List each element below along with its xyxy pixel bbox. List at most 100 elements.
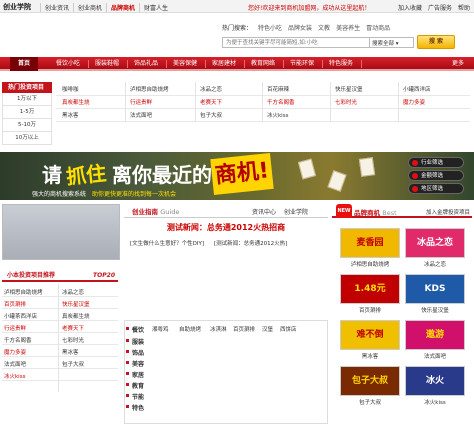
industry-filter-pill[interactable]: 行业筛选 xyxy=(408,157,464,168)
recommend-item[interactable]: 真炭都生烧 xyxy=(62,312,90,320)
top-link[interactable]: 财富人生 xyxy=(139,3,172,12)
nav-item-education[interactable]: 教育网络 xyxy=(251,57,275,71)
top-link[interactable]: 创业资讯 xyxy=(40,3,73,12)
category-label[interactable]: 美容 xyxy=(125,359,144,368)
category-label[interactable]: 家居 xyxy=(125,370,144,379)
recommend-item[interactable]: 老赛天下 xyxy=(62,324,84,332)
category-item[interactable]: 汉堡 xyxy=(262,325,273,333)
recommend-item[interactable]: 七彩时光 xyxy=(62,336,84,344)
amount-filter[interactable]: 1万以下 xyxy=(2,93,52,106)
brand-ad-caption[interactable]: 冰品之恋 xyxy=(404,260,466,268)
recommend-item[interactable]: 快乐星汉堡 xyxy=(62,300,90,308)
project-link[interactable]: 行运贵鲜 xyxy=(130,98,152,106)
recommend-item[interactable]: 百页涮排 xyxy=(4,300,26,308)
brand-ad-caption[interactable]: 冰火kiss xyxy=(404,398,466,406)
recommend-item[interactable]: 冰品之恋 xyxy=(62,288,84,296)
project-link[interactable]: 泸相思自助烧烤 xyxy=(130,85,169,93)
brand-ad-caption[interactable]: 百页涮排 xyxy=(339,306,401,314)
site-logo[interactable]: 创业学院 xyxy=(3,2,31,12)
project-link[interactable]: 老赛天下 xyxy=(200,98,222,106)
recommend-item[interactable]: 包子大叔 xyxy=(62,360,84,368)
news-image[interactable] xyxy=(2,204,120,260)
search-input[interactable] xyxy=(222,37,370,48)
category-label[interactable]: 服装 xyxy=(125,337,144,346)
category-item[interactable]: 百页涮排 xyxy=(233,325,255,333)
recommend-item[interactable]: 行运贵鲜 xyxy=(4,324,26,332)
project-link[interactable]: 魔力多姿 xyxy=(403,98,425,106)
nav-item-green[interactable]: 节能环保 xyxy=(290,57,314,71)
project-link[interactable]: 快乐星汉堡 xyxy=(335,85,363,93)
category-label[interactable]: 教育 xyxy=(125,381,144,390)
nav-item-special[interactable]: 特色服务 xyxy=(329,57,353,71)
bookmark-link[interactable]: 加入收藏 xyxy=(398,3,422,12)
category-item[interactable]: 湘粤鸡 xyxy=(152,325,169,333)
brand-ad[interactable]: 遨游 xyxy=(405,320,465,350)
hot-search-term[interactable]: 美容养生 xyxy=(336,23,360,32)
brand-ad[interactable]: KDS xyxy=(405,274,465,304)
headline-news[interactable]: 测试新闻：总务通2012火热招商 xyxy=(124,222,328,233)
nav-item-more[interactable]: 更多 xyxy=(452,57,464,71)
amount-filter[interactable]: 5-10万 xyxy=(2,119,52,132)
brand-ad-caption[interactable]: 泸相思自助烧烤 xyxy=(339,260,401,268)
project-link[interactable]: 真炭都生烧 xyxy=(62,98,90,106)
project-link[interactable]: 小罐西洋店 xyxy=(403,85,431,93)
category-item[interactable]: 西饼店 xyxy=(280,325,297,333)
search-button[interactable]: 搜 索 xyxy=(417,35,455,49)
news-link[interactable]: [测试新闻：总务通2012火热] xyxy=(214,239,287,247)
top-link-hot[interactable]: 品牌商机 xyxy=(106,3,139,12)
hot-search-term[interactable]: 冒动商品 xyxy=(366,23,390,32)
recommend-item[interactable]: 冰火kiss xyxy=(4,372,25,380)
brand-ad-caption[interactable]: 法式面吧 xyxy=(404,352,466,360)
recommend-item[interactable]: 黑冰客 xyxy=(62,348,79,356)
category-label[interactable]: 特色 xyxy=(125,403,144,412)
brand-ad[interactable]: 冰火 xyxy=(405,366,465,396)
tab-academy[interactable]: 创业学院 xyxy=(284,207,308,216)
brand-ad[interactable]: 包子大叔 xyxy=(340,366,400,396)
project-link[interactable]: 千方名阁香 xyxy=(267,98,295,106)
recommend-item[interactable]: 法式面吧 xyxy=(4,360,26,368)
amount-filter[interactable]: 10万以上 xyxy=(2,132,52,145)
recommend-item[interactable]: 魔力多姿 xyxy=(4,348,26,356)
brand-ad[interactable]: 难不倒 xyxy=(340,320,400,350)
project-link[interactable]: 黑冰客 xyxy=(62,111,79,119)
region-filter-pill[interactable]: 地区筛选 xyxy=(408,183,464,194)
recommend-item[interactable]: 泸相思自助烧烤 xyxy=(4,288,43,296)
nav-item-beauty[interactable]: 美容保健 xyxy=(173,57,197,71)
category-label[interactable]: 餐饮 xyxy=(125,325,144,334)
hot-search-term[interactable]: 特色小吃 xyxy=(258,23,282,32)
nav-item-food[interactable]: 餐饮小吃 xyxy=(56,57,80,71)
project-link[interactable]: 七彩时光 xyxy=(335,98,357,106)
project-link[interactable]: 百花麻辣 xyxy=(267,85,289,93)
amount-filter[interactable]: 1-5万 xyxy=(2,106,52,119)
category-item[interactable]: 冰淇淋 xyxy=(210,325,227,333)
brand-ad-caption[interactable]: 黑冰客 xyxy=(339,352,401,360)
nav-item-home[interactable]: 家居建材 xyxy=(212,57,236,71)
brand-ad[interactable]: 麦香园 xyxy=(340,228,400,258)
brand-ad[interactable]: 1.48元 xyxy=(340,274,400,304)
tab-news-center[interactable]: 资讯中心 xyxy=(252,207,276,216)
join-brand-link[interactable]: 加入金牌投资项目 xyxy=(426,208,470,216)
recommend-item[interactable]: 千方名阁香 xyxy=(4,336,32,344)
brand-ad-caption[interactable]: 包子大叔 xyxy=(339,398,401,406)
category-label[interactable]: 节能 xyxy=(125,392,144,401)
search-scope-select[interactable]: 搜索全部 ▾ xyxy=(370,37,414,48)
project-link[interactable]: 冰品之恋 xyxy=(200,85,222,93)
category-item[interactable]: 自助烧烤 xyxy=(179,325,201,333)
top-link[interactable]: 创业商机 xyxy=(73,3,106,12)
amount-filter-pill[interactable]: 金额筛选 xyxy=(408,170,464,181)
help-link[interactable]: 帮助 xyxy=(458,3,470,12)
brand-ad[interactable]: 冰品之恋 xyxy=(405,228,465,258)
news-link[interactable]: [文生做什么生意好？个性DIY] xyxy=(130,239,204,247)
hot-search-term[interactable]: 品牌女装 xyxy=(288,23,312,32)
project-link[interactable]: 咖啡咖 xyxy=(62,85,79,93)
nav-item-accessories[interactable]: 饰品礼品 xyxy=(134,57,158,71)
recommend-item[interactable]: 小罐茶西洋店 xyxy=(4,312,37,320)
hot-search-term[interactable]: 文教 xyxy=(318,23,330,32)
project-link[interactable]: 法式面吧 xyxy=(130,111,152,119)
project-link[interactable]: 冰火kiss xyxy=(267,111,288,119)
ad-service-link[interactable]: 广告服务 xyxy=(428,3,452,12)
promo-banner[interactable]: 请 抓住 离你最近的 商机! 强大的商机搜索系统 助你更快更准的找到每一次机会 … xyxy=(0,152,474,200)
project-link[interactable]: 包子大叔 xyxy=(200,111,222,119)
nav-home[interactable]: 首页 xyxy=(10,57,39,71)
brand-ad-caption[interactable]: 快乐星汉堡 xyxy=(404,306,466,314)
